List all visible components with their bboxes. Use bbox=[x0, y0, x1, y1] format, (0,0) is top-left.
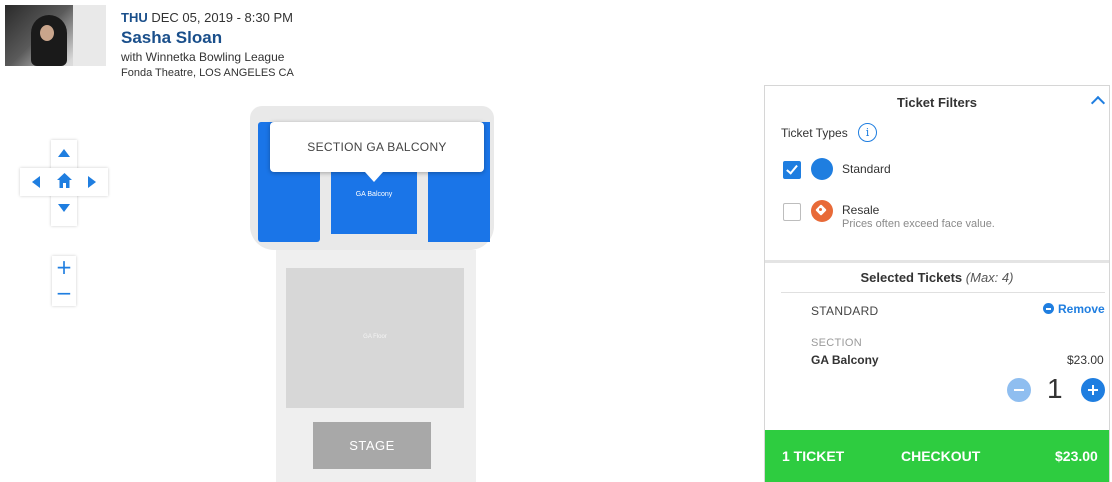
checkout-total: $23.00 bbox=[1055, 448, 1098, 464]
checkout-label: CHECKOUT bbox=[901, 448, 981, 464]
selected-tickets-max: (Max: 4) bbox=[965, 270, 1014, 285]
section-tooltip-pointer bbox=[365, 172, 383, 182]
selected-section-name: GA Balcony bbox=[811, 353, 879, 367]
map-zoom-controls: + − bbox=[52, 256, 76, 306]
panel-divider bbox=[765, 260, 1109, 263]
map-pan-controls bbox=[20, 140, 108, 226]
photo-background bbox=[73, 5, 106, 66]
resale-label: Resale bbox=[842, 203, 880, 217]
event-date-time: DEC 05, 2019 - 8:30 PM bbox=[151, 10, 293, 25]
pan-down-arrow-icon[interactable] bbox=[58, 204, 70, 212]
zoom-in-button[interactable]: + bbox=[52, 256, 76, 280]
remove-button[interactable]: Remove bbox=[1043, 302, 1105, 316]
checkmark-icon bbox=[786, 162, 798, 175]
stage: STAGE bbox=[313, 422, 431, 469]
selected-price: $23.00 bbox=[1067, 353, 1104, 367]
photo-face bbox=[40, 25, 54, 41]
remove-label: Remove bbox=[1058, 302, 1105, 316]
standard-checkbox[interactable] bbox=[783, 161, 801, 179]
quantity-increase-button[interactable] bbox=[1081, 378, 1105, 402]
event-info: THU DEC 05, 2019 - 8:30 PM Sasha Sloan w… bbox=[121, 10, 294, 79]
event-artist[interactable]: Sasha Sloan bbox=[121, 28, 294, 48]
filters-title: Ticket Filters bbox=[897, 95, 977, 110]
quantity-value: 1 bbox=[1047, 373, 1063, 404]
selected-tickets-heading: Selected Tickets bbox=[860, 270, 963, 285]
filters-header[interactable]: Ticket Filters bbox=[765, 86, 1109, 118]
quantity-decrease-button[interactable] bbox=[1007, 378, 1031, 402]
artist-photo bbox=[5, 5, 106, 66]
resale-checkbox[interactable] bbox=[783, 203, 801, 221]
selected-divider bbox=[781, 292, 1105, 293]
info-icon[interactable]: i bbox=[858, 123, 877, 142]
standard-ticket-icon bbox=[811, 158, 833, 180]
resale-tag-icon bbox=[811, 200, 833, 222]
section-tooltip: SECTION GA BALCONY bbox=[270, 122, 484, 172]
resale-note: Prices often exceed face value. bbox=[842, 218, 995, 230]
section-balcony-label: GA Balcony bbox=[355, 191, 393, 198]
tag-hole bbox=[819, 208, 822, 211]
event-day: THU bbox=[121, 10, 148, 25]
home-icon[interactable] bbox=[56, 172, 73, 189]
section-ga-floor-label: GA Floor bbox=[363, 334, 387, 340]
selected-ticket-type: STANDARD bbox=[811, 304, 879, 318]
ticket-panel: Ticket Filters Ticket Types i Standard R… bbox=[764, 85, 1110, 482]
standard-label: Standard bbox=[842, 162, 891, 176]
checkout-ticket-count: 1 TICKET bbox=[782, 448, 845, 464]
event-support: with Winnetka Bowling League bbox=[121, 50, 285, 64]
remove-icon bbox=[1043, 303, 1054, 314]
pan-right-arrow-icon[interactable] bbox=[88, 176, 96, 188]
selected-tickets-title: Selected Tickets (Max: 4) bbox=[765, 270, 1109, 285]
zoom-out-button[interactable]: − bbox=[52, 282, 76, 306]
event-date: THU DEC 05, 2019 - 8:30 PM bbox=[121, 10, 294, 26]
section-caption: SECTION bbox=[811, 337, 862, 349]
checkout-button[interactable]: 1 TICKET CHECKOUT $23.00 bbox=[765, 430, 1109, 482]
ticket-types-label: Ticket Types bbox=[781, 126, 848, 140]
pan-up-arrow-icon[interactable] bbox=[58, 149, 70, 157]
pan-left-arrow-icon[interactable] bbox=[32, 176, 40, 188]
event-venue[interactable]: Fonda Theatre, LOS ANGELES CA bbox=[121, 67, 294, 79]
